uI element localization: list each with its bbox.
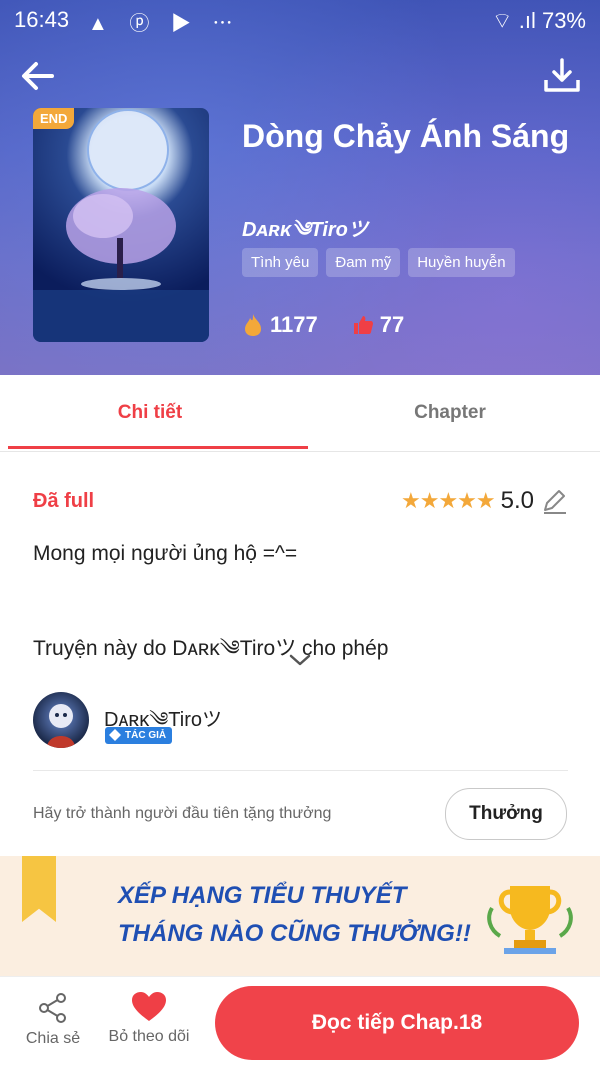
- author-role-label: TÁC GIẢ: [125, 730, 167, 741]
- book-title: Dòng Chảy Ánh Sáng: [242, 118, 570, 154]
- share-icon: [39, 993, 66, 1023]
- end-badge: END: [33, 108, 75, 129]
- views-stat: 1177: [242, 312, 318, 338]
- chevron-down-icon[interactable]: [288, 652, 312, 668]
- section-divider: [33, 770, 568, 771]
- status-bar: 16:43 ▲ ⓟ ▶ ⋯ ⌔ .ıl 73%: [0, 0, 600, 40]
- genre-tag[interactable]: Huyền huyễn: [408, 248, 515, 277]
- ribbon-icon: [22, 856, 56, 922]
- gift-prompt: Hãy trở thành người đầu tiên tặng thưởng: [33, 805, 332, 822]
- tab-chapters[interactable]: Chapter: [300, 375, 600, 451]
- battery-level: 73%: [541, 8, 586, 33]
- author-role-badge: TÁC GIẢ: [105, 727, 173, 744]
- description-line: Mong mọi người ủng hộ =^=: [33, 542, 298, 565]
- author-name[interactable]: Dᴀʀᴋ༄Tiroツ: [104, 697, 222, 753]
- ranking-banner[interactable]: XẾP HẠNG TIỂU THUYẾT THÁNG NÀO CŨNG THƯỞ…: [0, 856, 600, 976]
- bottom-action-bar: Chia sẻ Bỏ theo dõi Đọc tiếp Chap.18: [0, 976, 600, 1068]
- share-button[interactable]: Chia sẻ: [22, 991, 84, 1048]
- genre-tag[interactable]: Đam mỹ: [326, 248, 401, 277]
- book-stats: 1177 77: [242, 312, 438, 338]
- likes-count: 77: [379, 312, 405, 337]
- banner-line2: THÁNG NÀO CŨNG THƯỞNG!!: [118, 920, 471, 947]
- likes-stat: 77: [352, 312, 404, 338]
- trophy-icon: [487, 886, 573, 954]
- edit-pencil-icon[interactable]: [540, 487, 568, 515]
- signal-icon: ⌔ .ıl: [491, 8, 536, 33]
- completion-status: Đã full: [33, 490, 95, 512]
- back-arrow-icon[interactable]: [18, 56, 58, 96]
- rating-score: 5.0: [500, 487, 534, 514]
- detail-tabs: Chi tiết Chapter: [0, 375, 600, 452]
- status-right: ⌔ .ıl 73%: [492, 7, 586, 35]
- unfollow-label: Bỏ theo dõi: [108, 1028, 190, 1045]
- reward-button[interactable]: Thưởng: [445, 788, 567, 840]
- description-line: Truyện này do Dᴀʀᴋ༄Tiroツ cho phép: [33, 637, 389, 660]
- book-header: 16:43 ▲ ⓟ ▶ ⋯ ⌔ .ıl 73% END Dòng Chảy Án…: [0, 0, 600, 375]
- genre-tags: Tình yêu Đam mỹ Huyền huyễn: [242, 248, 515, 277]
- fire-icon: [245, 314, 261, 336]
- unfollow-button[interactable]: Bỏ theo dõi: [104, 991, 194, 1046]
- active-tab-indicator: [8, 446, 308, 449]
- rating[interactable]: ★★★★★ 5.0: [401, 487, 568, 515]
- share-label: Chia sẻ: [25, 1030, 81, 1047]
- status-time: 16:43: [14, 7, 70, 32]
- tab-details[interactable]: Chi tiết: [0, 375, 300, 451]
- genre-tag[interactable]: Tình yêu: [242, 248, 319, 277]
- continue-reading-button[interactable]: Đọc tiếp Chap.18: [215, 986, 579, 1060]
- diamond-icon: [109, 729, 121, 741]
- views-count: 1177: [270, 312, 318, 337]
- heart-icon: [132, 992, 166, 1021]
- thumbs-up-icon: [353, 316, 373, 334]
- download-icon[interactable]: [542, 56, 582, 96]
- author-avatar[interactable]: [33, 692, 89, 748]
- book-cover: END: [33, 108, 209, 342]
- star-rating-icon: ★★★★★: [401, 488, 496, 513]
- banner-line1: XẾP HẠNG TIỂU THUYẾT: [118, 882, 407, 909]
- cover-art-icon: [33, 109, 209, 342]
- notification-icons: ▲ ⓟ ▶ ⋯: [88, 13, 241, 35]
- avatar-image-icon: [47, 704, 75, 748]
